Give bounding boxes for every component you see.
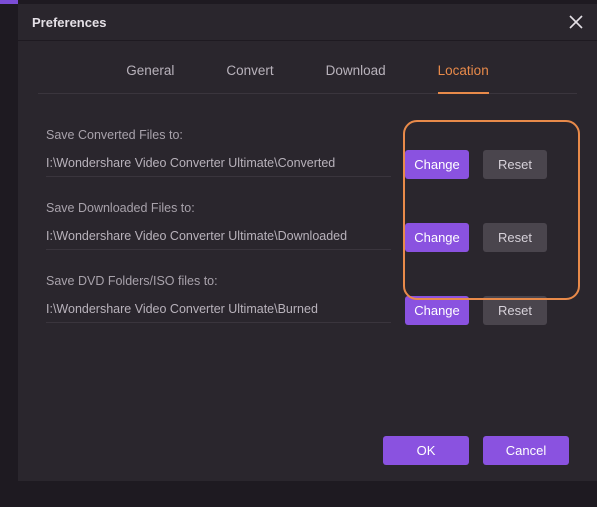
dialog-title: Preferences bbox=[32, 15, 106, 30]
path-input-dvd[interactable] bbox=[46, 298, 391, 323]
accent-bar bbox=[0, 0, 18, 4]
tab-location[interactable]: Location bbox=[438, 63, 489, 94]
change-button-converted[interactable]: Change bbox=[405, 150, 469, 179]
field-row: Change Reset bbox=[46, 296, 569, 325]
field-row: Change Reset bbox=[46, 223, 569, 252]
dialog-footer: OK Cancel bbox=[18, 436, 597, 481]
change-button-dvd[interactable]: Change bbox=[405, 296, 469, 325]
cancel-button[interactable]: Cancel bbox=[483, 436, 569, 465]
tab-download[interactable]: Download bbox=[326, 63, 386, 94]
reset-button-converted[interactable]: Reset bbox=[483, 150, 547, 179]
path-input-downloaded[interactable] bbox=[46, 225, 391, 250]
field-converted: Save Converted Files to: Change Reset bbox=[46, 128, 569, 179]
preferences-dialog: Preferences General Convert Download Loc… bbox=[18, 4, 597, 481]
path-input-converted[interactable] bbox=[46, 152, 391, 177]
field-dvd: Save DVD Folders/ISO files to: Change Re… bbox=[46, 274, 569, 325]
field-downloaded: Save Downloaded Files to: Change Reset bbox=[46, 201, 569, 252]
tabs-bar: General Convert Download Location bbox=[38, 41, 577, 94]
reset-button-downloaded[interactable]: Reset bbox=[483, 223, 547, 252]
tab-convert[interactable]: Convert bbox=[226, 63, 273, 94]
field-label-converted: Save Converted Files to: bbox=[46, 128, 569, 142]
ok-button[interactable]: OK bbox=[383, 436, 469, 465]
field-row: Change Reset bbox=[46, 150, 569, 179]
content-area: Save Converted Files to: Change Reset Sa… bbox=[18, 94, 597, 436]
field-label-dvd: Save DVD Folders/ISO files to: bbox=[46, 274, 569, 288]
tab-general[interactable]: General bbox=[126, 63, 174, 94]
titlebar: Preferences bbox=[18, 4, 597, 41]
reset-button-dvd[interactable]: Reset bbox=[483, 296, 547, 325]
close-button[interactable] bbox=[567, 13, 585, 31]
change-button-downloaded[interactable]: Change bbox=[405, 223, 469, 252]
close-icon bbox=[569, 15, 583, 29]
field-label-downloaded: Save Downloaded Files to: bbox=[46, 201, 569, 215]
